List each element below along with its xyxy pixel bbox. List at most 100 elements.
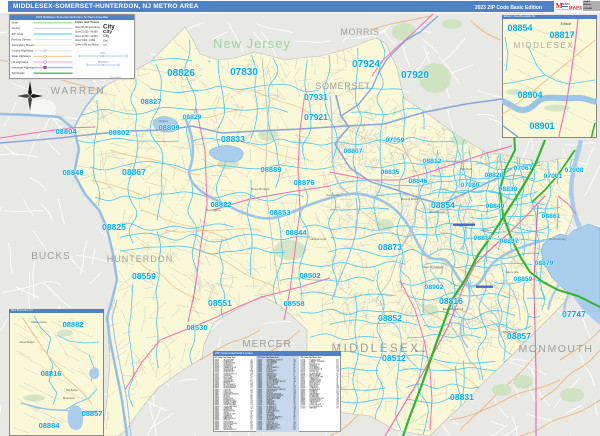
svg-text:H7: H7 — [251, 429, 253, 431]
svg-text:08826: 08826 — [167, 68, 195, 79]
svg-text:City: City — [103, 44, 108, 47]
svg-text:08901: 08901 — [529, 121, 554, 131]
svg-text:State Highways: State Highways — [12, 54, 32, 58]
svg-text:MORRIS: MORRIS — [341, 27, 380, 37]
svg-text:Cities 10,000 - 24,999: Cities 10,000 - 24,999 — [75, 35, 98, 38]
svg-text:07931: 07931 — [304, 92, 328, 102]
svg-text:08502: 08502 — [299, 271, 320, 280]
svg-text:kilometers: kilometers — [98, 61, 109, 64]
svg-text:Clinton: Clinton — [158, 119, 168, 123]
svg-text:08816: 08816 — [41, 369, 62, 378]
svg-text:HUNTERDON: HUNTERDON — [107, 254, 174, 264]
svg-text:Patrick Corner: Patrick Corner — [31, 321, 46, 324]
svg-text:07931: 07931 — [258, 429, 263, 431]
svg-text:08559: 08559 — [132, 271, 156, 281]
svg-text:Interstate Highways: Interstate Highways — [12, 65, 37, 69]
svg-text:08857: 08857 — [82, 409, 103, 418]
svg-text:07921: 07921 — [304, 112, 328, 122]
svg-text:Edison: Edison — [482, 228, 492, 232]
svg-text:miles: miles — [100, 53, 106, 55]
svg-text:08889: 08889 — [260, 165, 281, 174]
svg-text:08820: 08820 — [485, 172, 504, 179]
svg-text:08879: 08879 — [535, 260, 554, 267]
svg-text:US Highways: US Highways — [12, 60, 29, 64]
svg-text:07830: 07830 — [230, 67, 258, 78]
svg-text:08852: 08852 — [378, 313, 402, 323]
svg-text:Somerville: Somerville — [326, 193, 340, 197]
svg-text:Cities and Towns: Cities and Towns — [75, 20, 100, 24]
svg-text:© MarketMAPS: © MarketMAPS — [109, 76, 122, 79]
svg-text:Cities 50,000 and Above: Cities 50,000 and Above — [75, 26, 101, 29]
svg-text:08837: 08837 — [500, 238, 519, 245]
svg-text:07001: 07001 — [544, 173, 563, 180]
svg-text:08840: 08840 — [486, 203, 505, 210]
svg-text:08846: 08846 — [409, 178, 428, 185]
svg-text:MERCER: MERCER — [242, 339, 291, 350]
svg-text:08809: 08809 — [158, 123, 179, 132]
svg-text:Old Bridge: Old Bridge — [66, 389, 78, 392]
svg-text:07008: 07008 — [565, 167, 584, 174]
svg-text:Bound Brook: Bound Brook — [401, 197, 419, 201]
svg-text:08833: 08833 — [221, 134, 245, 144]
svg-text:07080: 07080 — [461, 182, 480, 189]
svg-text:08816: 08816 — [439, 296, 463, 306]
svg-text:08817: 08817 — [474, 235, 493, 242]
svg-text:08830: 08830 — [499, 186, 518, 193]
svg-text:08831: 08831 — [450, 392, 474, 402]
svg-text:07924: 07924 — [352, 59, 380, 70]
svg-text:08853: 08853 — [269, 208, 290, 217]
svg-text:08848: 08848 — [62, 168, 83, 177]
svg-text:08829: 08829 — [183, 114, 202, 121]
svg-text:MONMOUTH JCT: MONMOUTH JCT — [224, 429, 238, 431]
svg-text:F5: F5 — [337, 407, 339, 409]
svg-text:Piscataway: Piscataway — [429, 210, 445, 214]
svg-text:County: County — [12, 26, 21, 30]
svg-text:Toll Roads: Toll Roads — [12, 71, 26, 75]
svg-text:08854: 08854 — [431, 200, 455, 210]
svg-text:08904: 08904 — [517, 90, 542, 100]
svg-text:08807: 08807 — [344, 148, 363, 155]
svg-text:City: City — [103, 38, 108, 42]
svg-text:08861: 08861 — [542, 213, 561, 220]
svg-text:08859: 08859 — [514, 276, 533, 283]
svg-text:MIDDLESEX: MIDDLESEX — [514, 41, 575, 50]
svg-text:Cities 4,999 and Below: Cities 4,999 and Below — [75, 44, 99, 47]
svg-text:Cities 5,000 - 9,999: Cities 5,000 - 9,999 — [75, 39, 96, 42]
svg-text:08902: 08902 — [425, 284, 444, 291]
svg-text:08802: 08802 — [108, 128, 129, 137]
svg-text:07067: 07067 — [514, 165, 533, 172]
svg-text:WARREN: WARREN — [51, 86, 106, 97]
svg-text:08812: 08812 — [423, 158, 442, 165]
svg-text:State: State — [12, 21, 19, 25]
svg-text:Plainfield: Plainfield — [460, 167, 473, 171]
svg-text:BUCKS: BUCKS — [31, 251, 70, 262]
svg-text:Secondary Streets: Secondary Streets — [12, 43, 36, 47]
svg-text:County Highways: County Highways — [12, 49, 34, 53]
svg-text:08844: 08844 — [285, 228, 307, 237]
svg-text:Primary Streets: Primary Streets — [12, 37, 32, 41]
svg-text:08530: 08530 — [186, 323, 207, 332]
svg-text:08884: 08884 — [39, 421, 61, 430]
svg-text:MONMOUTH: MONMOUTH — [519, 343, 594, 355]
svg-text:08825: 08825 — [102, 222, 126, 232]
svg-text:07747: 07747 — [562, 309, 586, 319]
svg-text:08804: 08804 — [55, 127, 77, 136]
svg-text:08852: 08852 — [215, 429, 220, 431]
svg-text:Sayreville: Sayreville — [505, 270, 518, 274]
svg-text:SOMERSET: SOMERSET — [315, 81, 370, 91]
svg-text:07059: 07059 — [386, 137, 405, 144]
svg-text:07920: 07920 — [401, 70, 429, 81]
svg-text:FAR HILLS: FAR HILLS — [267, 428, 276, 431]
svg-text:08854: 08854 — [507, 23, 532, 33]
svg-text:08835: 08835 — [381, 169, 400, 176]
svg-text:Cities 25,000 - 49,999: Cities 25,000 - 49,999 — [75, 30, 98, 33]
svg-text:WARREN: WARREN — [310, 406, 318, 409]
svg-text:08882: 08882 — [63, 320, 84, 329]
svg-text:08817: 08817 — [549, 30, 574, 40]
svg-text:Edison: Edison — [561, 22, 572, 26]
svg-text:East Brunswick: East Brunswick — [443, 307, 464, 311]
svg-text:Three Bridges: Three Bridges — [251, 187, 270, 191]
svg-text:08551: 08551 — [208, 298, 232, 308]
svg-text:08873: 08873 — [378, 242, 402, 252]
svg-text:08867: 08867 — [122, 167, 146, 177]
